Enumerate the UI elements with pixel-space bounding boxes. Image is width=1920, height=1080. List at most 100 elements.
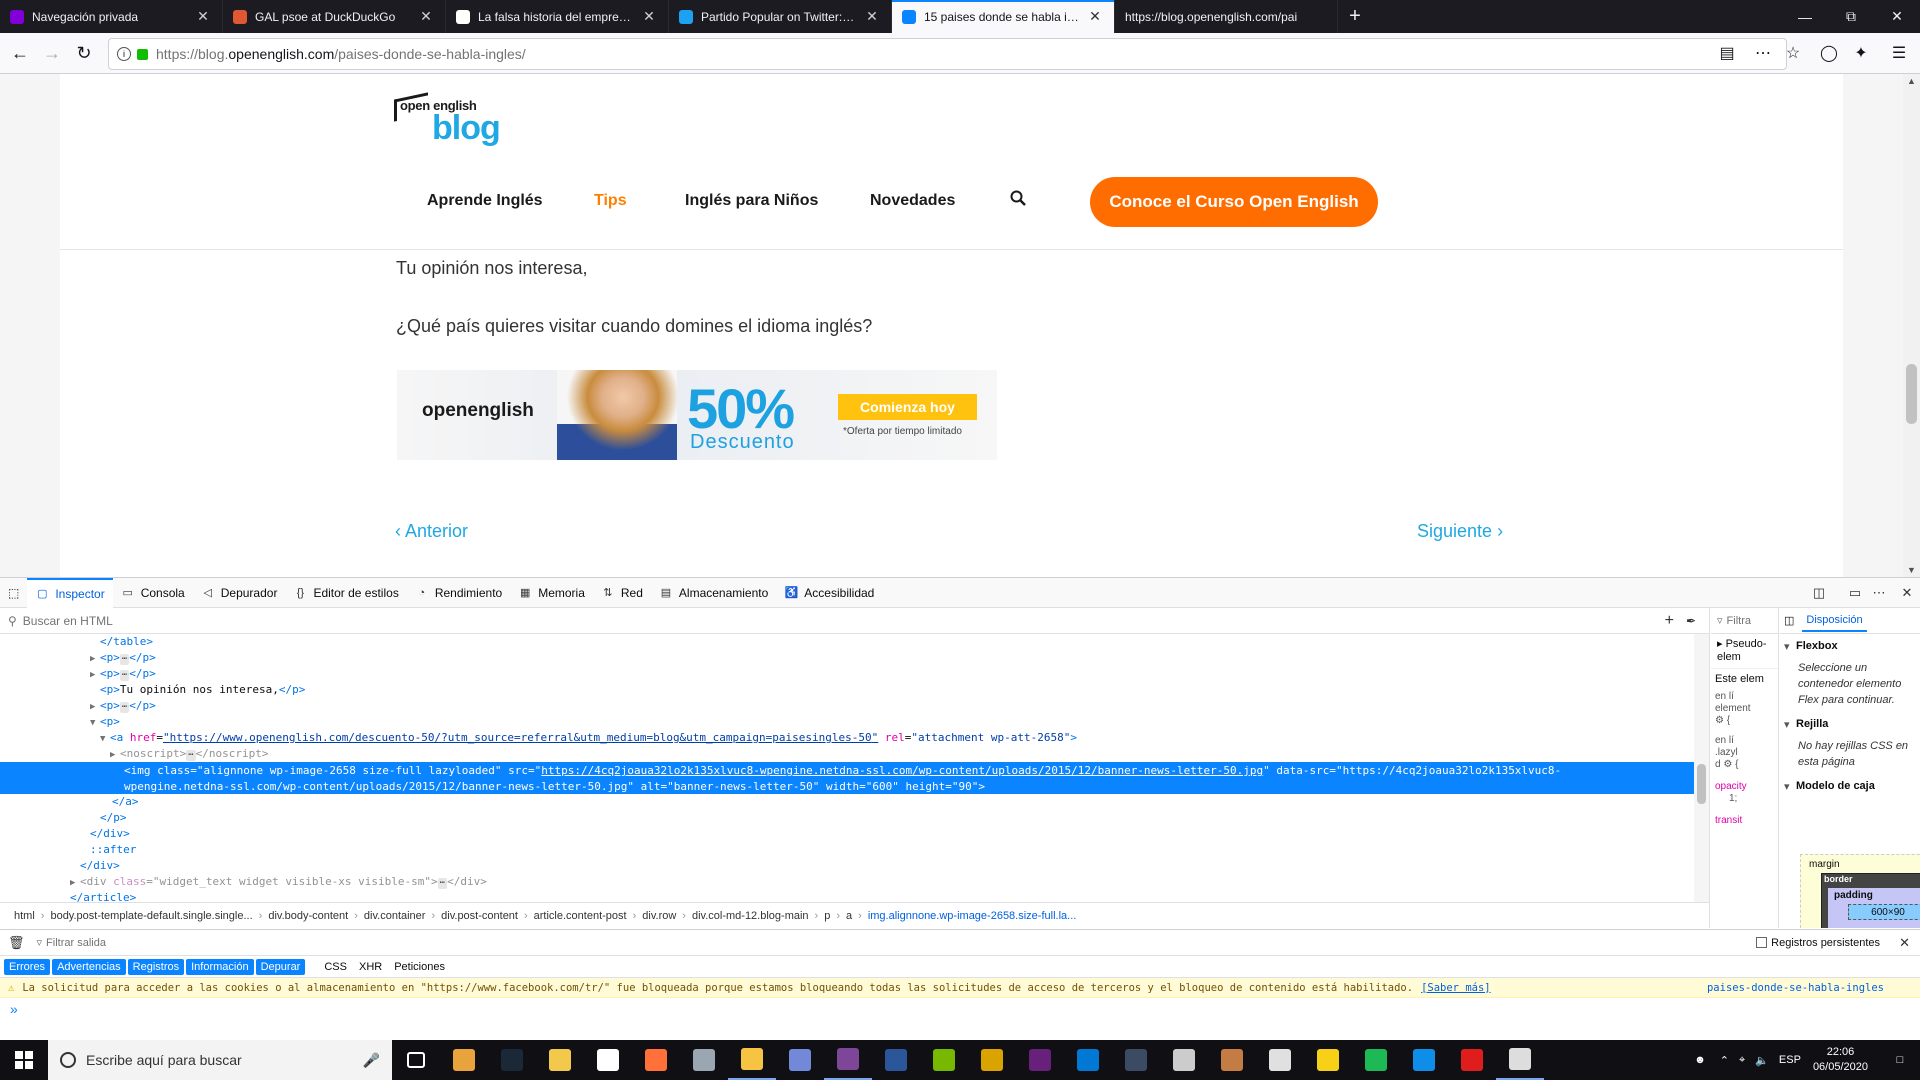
task-view-taskbar-icon[interactable] [392, 1040, 440, 1080]
browser-tab[interactable]: La falsa historia del empresario ✕ [446, 0, 669, 33]
firefox-taskbar-icon[interactable] [632, 1040, 680, 1080]
gear-icon[interactable]: ⚙ { [1723, 759, 1738, 770]
sidebar-toggle-icon[interactable]: ◫ [1784, 614, 1794, 627]
expand-arrow-icon[interactable]: ▶ [90, 699, 100, 715]
tree-line-p-close[interactable]: </p> [0, 810, 1695, 826]
tree-line-anchor[interactable]: ▼ <a href="https://www.openenglish.com/de… [0, 730, 1695, 746]
course-cta-button[interactable]: Conoce el Curso Open English [1090, 177, 1378, 227]
breadcrumb-item[interactable]: div.row [636, 910, 682, 922]
menu-item-aprende[interactable]: Aprende Inglés [427, 192, 543, 210]
minimize-icon[interactable]: — [1782, 0, 1828, 33]
expand-arrow-icon[interactable]: ▶ [70, 875, 80, 891]
taskbar-search-input[interactable]: Escribe aquí para buscar 🎤 [48, 1040, 392, 1080]
url-bar[interactable]: i https://blog. openenglish.com/paises-do… [108, 38, 1787, 70]
expand-arrow-icon[interactable]: ▶ [110, 747, 120, 763]
menu-item-ninos[interactable]: Inglés para Niños [685, 192, 818, 210]
responsive-icon[interactable]: ▭ [1846, 584, 1864, 602]
grid-section[interactable]: Rejilla [1780, 712, 1920, 734]
learn-more-link[interactable]: [Saber más] [1421, 982, 1491, 994]
devtools-menu-icon[interactable]: ⋯ [1870, 584, 1888, 602]
banner-start-button[interactable]: Comienza hoy [838, 394, 977, 420]
previous-post-link[interactable]: ‹ Anterior [395, 521, 468, 542]
new-tab-button[interactable]: + [1338, 0, 1372, 33]
markup-scroll-thumb[interactable] [1697, 764, 1706, 804]
breadcrumb-item[interactable]: article.content-post [528, 910, 633, 922]
breadcrumb-item[interactable]: body.post-template-default.single.single… [44, 910, 258, 922]
breadcrumb-item[interactable]: div.container [358, 910, 432, 922]
tab-close-icon[interactable]: ✕ [194, 8, 212, 25]
tab-memory[interactable]: ▦ Memoria [510, 578, 593, 608]
chevron-up-icon[interactable]: ⌃ [1720, 1054, 1729, 1067]
console-filter-input[interactable]: Filtrar salida [46, 937, 106, 949]
vscode-taskbar-icon[interactable] [1064, 1040, 1112, 1080]
teamviewer-taskbar-icon[interactable] [1400, 1040, 1448, 1080]
add-node-icon[interactable]: + [1665, 612, 1674, 630]
console-filter-button[interactable]: XHR [354, 959, 387, 975]
network-app-taskbar-icon[interactable] [680, 1040, 728, 1080]
tree-line-widget-div[interactable]: ▶ <div class="widget_text widget visible-… [0, 874, 1695, 890]
expand-arrow-icon[interactable]: ▸ [1717, 638, 1726, 650]
tab-network[interactable]: ⇅ Red [593, 578, 651, 608]
steam-taskbar-icon[interactable] [488, 1040, 536, 1080]
trash-icon[interactable]: 🗑 [8, 935, 25, 951]
dev-cpp-taskbar-icon[interactable] [1112, 1040, 1160, 1080]
markup-scrollbar[interactable] [1694, 634, 1709, 902]
boxmodel-section[interactable]: Modelo de caja [1780, 774, 1920, 796]
hamburger-menu-icon[interactable]: ☰ [1884, 38, 1914, 68]
media-player-taskbar-icon[interactable] [440, 1040, 488, 1080]
language-indicator[interactable]: ESP [1779, 1054, 1801, 1066]
back-icon[interactable]: ← [4, 37, 36, 69]
persist-logs-checkbox[interactable]: Registros persistentes [1756, 937, 1880, 949]
people-icon[interactable]: ☻ [1694, 1054, 1706, 1066]
tab-console[interactable]: ▭ Consola [113, 578, 193, 608]
menu-item-tips[interactable]: Tips [594, 192, 627, 210]
pseudo-elements-section[interactable]: ▸ Pseudo-elem [1711, 634, 1778, 668]
browser-tab[interactable]: GAL psoe at DuckDuckGo ✕ [223, 0, 446, 33]
close-window-icon[interactable]: ✕ [1874, 0, 1920, 33]
discount-banner[interactable]: openenglish 50% Descuento Comienza hoy *… [397, 370, 997, 460]
transition-property[interactable]: transit [1715, 815, 1774, 827]
tree-line-img-selected[interactable]: <img class="alignnone wp-image-2658 size… [0, 762, 1695, 794]
tree-line-div-close[interactable]: </div> [0, 858, 1695, 874]
spotify-taskbar-icon[interactable] [1352, 1040, 1400, 1080]
browser-tab[interactable]: Partido Popular on Twitter: "El ✕ [669, 0, 892, 33]
browser-tab[interactable]: https://blog.openenglish.com/pai [1115, 0, 1338, 33]
opacity-property[interactable]: opacity [1715, 781, 1774, 793]
breadcrumb-item[interactable]: div.col-md-12.blog-main [686, 910, 815, 922]
tor-browser-taskbar-icon[interactable] [824, 1040, 872, 1080]
tab-close-icon[interactable]: ✕ [417, 8, 435, 25]
console-filter-button[interactable]: Peticiones [389, 959, 450, 975]
acrobat-taskbar-icon[interactable] [1448, 1040, 1496, 1080]
taskbar-clock[interactable]: 22:06 06/05/2020 [1813, 1045, 1868, 1075]
collapse-arrow-icon[interactable]: ▼ [100, 731, 110, 747]
norton-taskbar-icon[interactable] [1304, 1040, 1352, 1080]
tab-storage[interactable]: ▤ Almacenamiento [651, 578, 776, 608]
tree-line-article-close[interactable]: </article> [0, 890, 1695, 902]
page-scrollbar[interactable]: ▲ ▼ [1903, 74, 1920, 577]
tree-line-after[interactable]: ::after [0, 842, 1695, 858]
tab-performance[interactable]: ◔ Rendimiento [407, 578, 510, 608]
checkbox-icon[interactable] [1756, 937, 1768, 948]
scroll-up-icon[interactable]: ▲ [1903, 76, 1920, 86]
network-icon[interactable]: ⌖ [1739, 1054, 1745, 1067]
word-taskbar-icon[interactable] [872, 1040, 920, 1080]
expand-arrow-icon[interactable]: ▶ [90, 651, 100, 667]
tree-line-p-collapsed[interactable]: ▶ <p> ⋯ </p> [0, 650, 1695, 666]
message-source-link[interactable]: paises-donde-se-habla-ingles [1707, 982, 1884, 994]
reader-view-icon[interactable]: ▤ [1712, 38, 1742, 68]
photos-taskbar-icon[interactable] [1496, 1040, 1544, 1080]
bookmark-star-icon[interactable]: ☆ [1778, 38, 1808, 68]
console-filter-button[interactable]: CSS [319, 959, 352, 975]
content-size[interactable]: 600×90 [1848, 904, 1920, 920]
reload-icon[interactable]: ↻ [68, 37, 100, 69]
chrome-like-taskbar-icon[interactable] [1256, 1040, 1304, 1080]
breadcrumb-item[interactable]: div.body-content [262, 910, 354, 922]
browser-tab[interactable]: Navegación privada ✕ [0, 0, 223, 33]
collapse-arrow-icon[interactable]: ▼ [90, 715, 100, 731]
tree-line-p-open[interactable]: ▼ <p> [0, 714, 1695, 730]
console-warning-message[interactable]: ⚠ La solicitud para acceder a las cookie… [0, 978, 1920, 998]
gimp-taskbar-icon[interactable] [1208, 1040, 1256, 1080]
microphone-icon[interactable]: 🎤 [363, 1052, 380, 1069]
element-picker-icon[interactable]: ⬚ [0, 578, 27, 608]
browser-tab[interactable]: 15 paises donde se habla ingles ✕ [892, 0, 1115, 33]
